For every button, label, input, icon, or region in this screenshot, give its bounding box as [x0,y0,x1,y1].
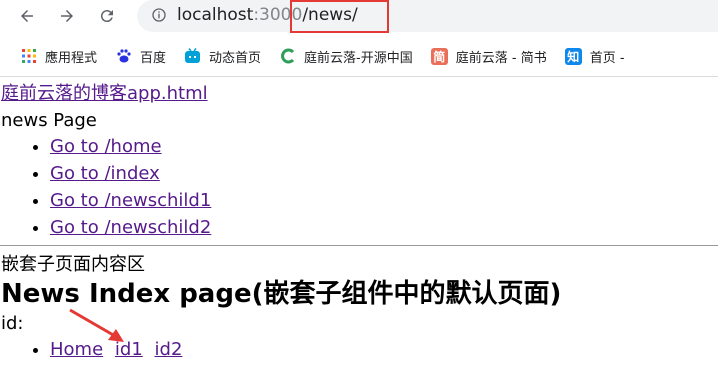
bookmark-apps[interactable]: 應用程式 [20,47,97,66]
reload-button[interactable] [94,4,120,28]
browser-toolbar: localhost:3000/news/ [0,0,718,36]
page-content: 庭前云落的博客app.html news Page Go to /home Go… [0,80,718,363]
address-bar[interactable]: localhost:3000/news/ [137,0,718,32]
oschina-c-icon [279,48,296,65]
bookmark-label: 首页 - [589,50,625,66]
list-item: Home id1 id2 [50,336,718,363]
bookmark-zhihu[interactable]: 知 首页 - [564,47,625,66]
nav-link-newschild2[interactable]: Go to /newschild2 [50,217,211,238]
zhihu-zhi-icon: 知 [564,47,582,65]
divider [0,245,718,246]
highlight-box [290,0,389,33]
back-arrow-icon [21,10,33,22]
list-item: Go to /home [50,133,718,160]
bookmark-bilibili[interactable]: 动态首页 [184,47,261,66]
bookmark-jianshu[interactable]: 简 庭前云落 - 简书 [430,47,547,66]
bookmarks-bar: 應用程式 百度 动态首页 庭前云落-开源中国 简 庭前云落 - 简书 知 首页 … [0,36,718,77]
jianshu-jian-icon: 简 [430,47,448,65]
bookmark-label: 庭前云落-开源中国 [304,50,413,66]
list-item: Go to /newschild1 [50,187,718,214]
id2-link[interactable]: id2 [155,339,183,360]
nav-list: Go to /home Go to /index Go to /newschil… [0,133,718,241]
bookmark-label: 百度 [140,50,167,66]
nested-area-label: 嵌套子页面内容区 [1,254,145,275]
forward-arrow-icon [61,10,73,22]
title-link[interactable]: 庭前云落的博客app.html [0,80,718,108]
url-host: localhost [177,5,254,25]
baidu-paw-icon [115,48,132,65]
red-arrow-annotation [69,308,124,342]
bookmark-label: 應用程式 [45,50,98,66]
bookmark-label: 动态首页 [209,50,262,66]
bookmark-label: 庭前云落 - 简书 [455,50,547,66]
page-heading: news Page [1,110,97,131]
list-item: Go to /index [50,160,718,187]
apps-grid-icon [20,48,37,65]
nav-link-newschild1[interactable]: Go to /newschild1 [50,190,211,211]
back-button[interactable] [14,4,40,28]
nav-link-index[interactable]: Go to /index [50,163,160,184]
info-icon[interactable] [151,7,167,23]
list-item: Go to /newschild2 [50,214,718,241]
bookmark-baidu[interactable]: 百度 [115,47,166,66]
forward-button[interactable] [54,4,80,28]
reload-icon [100,10,113,23]
nav-link-home[interactable]: Go to /home [50,136,162,157]
bookmark-oschina[interactable]: 庭前云落-开源中国 [279,47,413,66]
bilibili-tv-icon [184,48,201,65]
